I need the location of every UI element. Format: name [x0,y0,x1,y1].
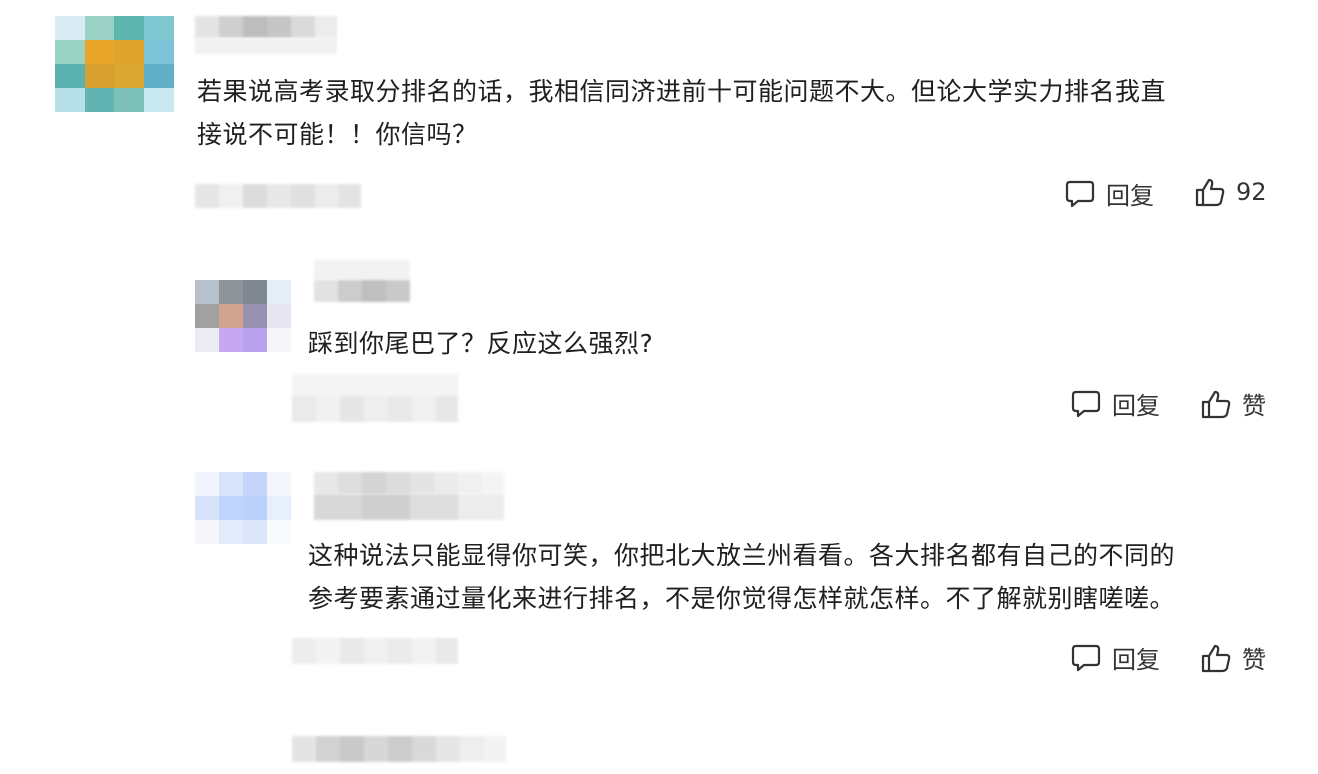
avatar[interactable] [195,280,291,352]
username-redacted-row2 [195,38,337,54]
avatar-pixel [243,496,267,520]
avatar-pixel [55,16,85,40]
avatar-pixel [219,496,243,520]
avatar-pixel [219,472,243,496]
thumbs-up-icon [1201,390,1231,418]
username-redacted[interactable] [314,472,504,494]
avatar[interactable] [55,16,174,112]
avatar-pixel [267,304,291,328]
avatar-pixel [243,472,267,496]
avatar-pixel [219,304,243,328]
reply-label: 回复 [1106,182,1154,210]
next-comment-username-redacted [292,736,506,762]
avatar-pixel [267,328,291,352]
thumbs-up-icon [1195,178,1225,207]
avatar-pixel [84,64,115,88]
avatar-pixel [195,328,219,352]
avatar-pixel [84,16,115,40]
username-redacted[interactable] [314,260,410,280]
comment-bubble-icon [1071,644,1101,671]
like-count: 92 [1236,178,1267,206]
avatar-pixel [219,328,243,352]
avatar-pixel [243,328,267,352]
reply-label: 回复 [1112,646,1160,674]
avatar-pixel [143,16,174,40]
avatar-pixel [55,40,85,64]
avatar-pixel [195,520,219,544]
avatar-pixel [143,64,174,88]
like-button[interactable]: 赞 [1200,640,1266,675]
avatar-pixel [243,280,267,304]
timestamp-redacted [292,638,458,664]
username-redacted-row2 [314,494,504,520]
reply-button[interactable]: 回复 [1070,640,1160,675]
reply-button[interactable]: 回复 [1064,176,1154,211]
username-redacted[interactable] [195,16,337,38]
comment-bubble-icon [1071,390,1101,417]
avatar-pixel [84,88,115,112]
avatar-pixel [55,64,85,88]
thumbs-up-icon [1201,644,1231,672]
avatar-pixel [243,304,267,328]
like-label: 赞 [1242,646,1266,674]
avatar-pixel [267,280,291,304]
comment-text: 踩到你尾巴了？反应这么强烈? [308,329,654,358]
avatar-pixel [195,304,219,328]
like-button[interactable]: 赞 [1200,386,1266,421]
avatar-pixel [267,520,291,544]
avatar-pixel [114,64,144,88]
avatar-pixel [267,496,291,520]
reply-button[interactable]: 回复 [1070,386,1160,421]
like-label: 赞 [1242,392,1266,420]
like-button[interactable]: 92 [1194,176,1267,208]
avatar-pixel [114,40,144,64]
avatar-pixel [114,16,144,40]
avatar-pixel [195,472,219,496]
avatar[interactable] [195,472,291,544]
avatar-pixel [143,40,174,64]
timestamp-redacted [292,374,458,422]
timestamp-redacted [195,184,361,208]
avatar-pixel [114,88,144,112]
avatar-pixel [55,88,85,112]
avatar-pixel [143,88,174,112]
avatar-pixel [219,520,243,544]
comment-bubble-icon [1065,180,1095,207]
comment-text: 这种说法只能显得你可笑，你把北大放兰州看看。各大排名都有自己的不同的 参考要素通… [308,541,1176,613]
avatar-pixel [267,472,291,496]
avatar-pixel [195,496,219,520]
reply-label: 回复 [1112,392,1160,420]
avatar-pixel [243,520,267,544]
username-redacted-row2 [314,280,410,302]
avatar-pixel [84,40,115,64]
comment-text: 若果说高考录取分排名的话，我相信同济进前十可能问题不大。但论大学实力排名我直 接… [197,77,1167,149]
avatar-pixel [195,280,219,304]
avatar-pixel [219,280,243,304]
